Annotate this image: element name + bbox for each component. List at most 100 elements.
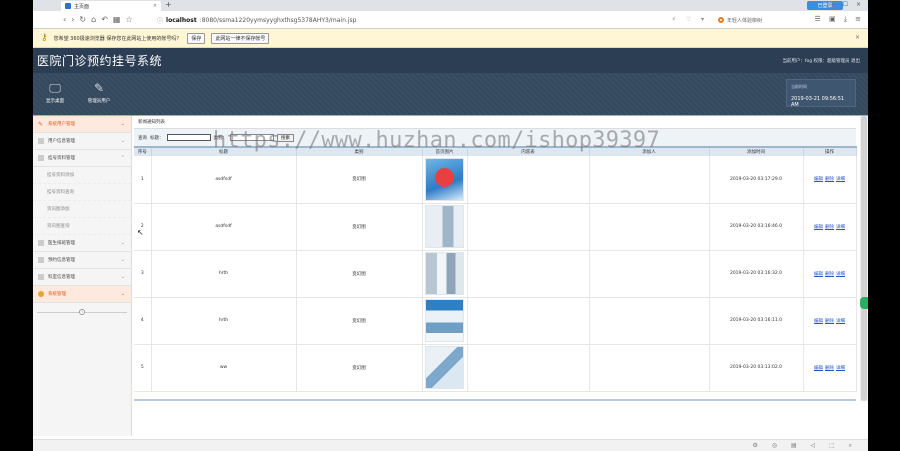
delete-link[interactable]: 删除 [825,177,834,182]
scrollbar-thumb[interactable] [861,116,867,401]
grid-icon[interactable]: ▦ [113,15,121,24]
row-title: asdfsdf [151,156,297,204]
sidebar-item-label: 科室信息管理 [48,275,75,280]
delete-link[interactable]: 删除 [825,366,834,371]
detail-link[interactable]: 详细 [836,366,845,371]
right-black-border [868,0,900,451]
user-info[interactable]: 当前用户：fog 权限：超级管理员 退出 [782,58,860,64]
sidebar-subitem[interactable]: 挂号资料查询 [33,184,131,201]
page-favicon-icon [65,3,71,9]
delete-link[interactable]: 删除 [825,225,834,230]
chevron-down-icon: ⌄ [120,274,125,280]
sidebar-item-appointments[interactable]: 预约信息管理 ⌄ [33,252,131,269]
reload-icon[interactable]: ↻ [79,15,86,24]
detail-link[interactable]: 详细 [836,319,845,324]
edit-link[interactable]: 编辑 [814,319,823,324]
sidebar-subitem[interactable]: 资讯图添加 [33,201,131,218]
table-bottom-border [134,399,856,401]
detail-link[interactable]: 详细 [836,225,845,230]
delete-link[interactable]: 删除 [825,272,834,277]
category-search-input[interactable] [230,134,274,141]
home-icon[interactable]: ⌂ [91,15,96,24]
row-thumbnail [425,299,464,342]
chevron-up-icon: ⌃ [120,155,125,161]
row-category: 变幻图 [296,344,423,392]
address-bar: ‹ › ↻ ⌂ ↶ ▦ ☆ ⓘ localhost:8080/ssma1220y… [33,11,868,29]
news-table: 序号 标题 类别 首页图片 内容表 添加人 添加时间 操作 1 asdfsdf [134,146,857,392]
tab-bar: 主页面 × + 已登录 — ☐ × [33,0,868,11]
row-image-cell [422,203,468,251]
sidebar-item-user-info[interactable]: 用户信息管理 ⌄ [33,133,131,150]
show-desktop-button[interactable]: 🖵 显示桌面 [35,75,75,111]
star-icon[interactable]: ☆ [125,15,132,24]
row-content [467,250,590,298]
title-search-input[interactable] [166,134,211,141]
detail-link[interactable]: 详细 [836,177,845,182]
page-scrollbar[interactable] [860,116,868,401]
table-row: 5 ww 变幻图 2019-03-20 03:13:02.0 编辑 删除 详细 [134,344,857,392]
chevron-up-icon[interactable]: ‹ [79,308,85,315]
sidebar-item-schedule[interactable]: 医生排班管理 ⌄ [33,235,131,252]
tab-title: 主页面 [74,3,90,10]
delete-link[interactable]: 删除 [825,319,834,324]
panel-title: 新闻通知列表 [134,116,856,129]
back-icon[interactable]: ‹ [63,15,66,24]
sidebar-item-system-users[interactable]: ✎ 系统用户管理 ⌄ [33,116,131,133]
admin-user-button[interactable]: ✎ 管理员用户 [79,75,119,111]
close-tab-icon[interactable]: × [153,3,157,9]
detail-link[interactable]: 详细 [836,272,845,277]
new-tab-icon[interactable]: + [165,0,172,9]
row-author [589,156,710,204]
sidebar-item-departments[interactable]: 科室信息管理 ⌄ [33,269,131,286]
row-content [467,203,590,251]
window-controls[interactable]: — ☐ × [829,1,864,8]
nav-icons: ‹ › ↻ ⌂ ↶ ▦ ☆ [63,15,133,24]
sidebar-collapse[interactable]: ‹ [33,303,131,321]
browser-status-bar: ⚙ ◎ ▤ ◁ ⬚ ⌕ [33,439,868,451]
address-right-icons[interactable]: ⚡ ♡ ▾ [672,16,708,23]
row-number: 5 [134,344,152,392]
edit-link[interactable]: 编辑 [814,177,823,182]
category-field-label: 类别： [213,135,228,141]
save-password-bar: ⚷ 您希望 360极速浏览器 保存您在此网站上使用的帐号吗？ 保存 此网站一律不… [33,29,868,48]
row-title: hrth [151,250,297,298]
row-number: 3 [134,250,152,298]
row-actions: 编辑 删除 详细 [803,297,857,345]
row-number: 1 [134,156,152,204]
row-content [467,156,590,204]
row-time: 2019-03-20 03:13:02.0 [709,344,804,392]
app-nav: 🖵 显示桌面 ✎ 管理员用户 当前时间 2019-03-21 09:56:51 … [33,73,868,115]
sidebar-item-system-manage[interactable]: 系统管理 ⌄ [33,286,131,303]
row-title: asdfsdf [151,203,297,251]
row-title: hrth [151,297,297,345]
browser-tab[interactable]: 主页面 × [61,1,161,11]
sidebar-subitem[interactable]: 资讯图查询 [33,218,131,235]
search-button[interactable]: 搜索 [277,133,294,142]
search-placeholder: 年轻人体验柳树 [727,17,763,24]
edit-link[interactable]: 编辑 [814,272,823,277]
floating-side-button[interactable] [860,297,868,309]
edit-link[interactable]: 编辑 [814,366,823,371]
row-actions: 编辑 删除 详细 [803,156,857,204]
sidebar-subitem[interactable]: 挂号资料添加 [33,167,131,184]
url-path: :8080/ssma1220yymsyyghxthsg5378AHY3/main… [199,16,357,24]
never-save-button[interactable]: 此网站一律不保存帐号 [211,32,270,44]
status-icons[interactable]: ⚙ ◎ ▤ ◁ ⬚ ⌕ [753,442,858,450]
toolbar-icons[interactable]: ☰ ▣ ⤓ ≡ [814,15,864,24]
url-field[interactable]: ⓘ localhost:8080/ssma1220yymsyyghxthsg53… [157,15,537,25]
time-label: 当前时间 [791,84,807,89]
undo-icon[interactable]: ↶ [101,15,108,24]
edit-link[interactable]: 编辑 [814,225,823,230]
sidebar-item-label: 预约信息管理 [48,258,75,263]
close-notice-icon[interactable]: × [855,34,860,41]
search-box[interactable]: 年轻人体验柳树 [718,15,828,25]
url-host: localhost [166,16,197,24]
chevron-down-icon: ⌄ [120,257,125,263]
browser-window: 主页面 × + 已登录 — ☐ × ‹ › ↻ ⌂ ↶ ▦ ☆ ⓘ localh… [33,0,868,451]
sidebar-item-registration[interactable]: 挂号资料管理 ⌃ [33,150,131,167]
collapse-line: ‹ [37,308,127,315]
sidebar-item-label: 系统管理 [48,292,66,297]
save-password-button[interactable]: 保存 [187,32,206,44]
forward-icon[interactable]: › [71,15,74,24]
row-actions: 编辑 删除 详细 [803,344,857,392]
